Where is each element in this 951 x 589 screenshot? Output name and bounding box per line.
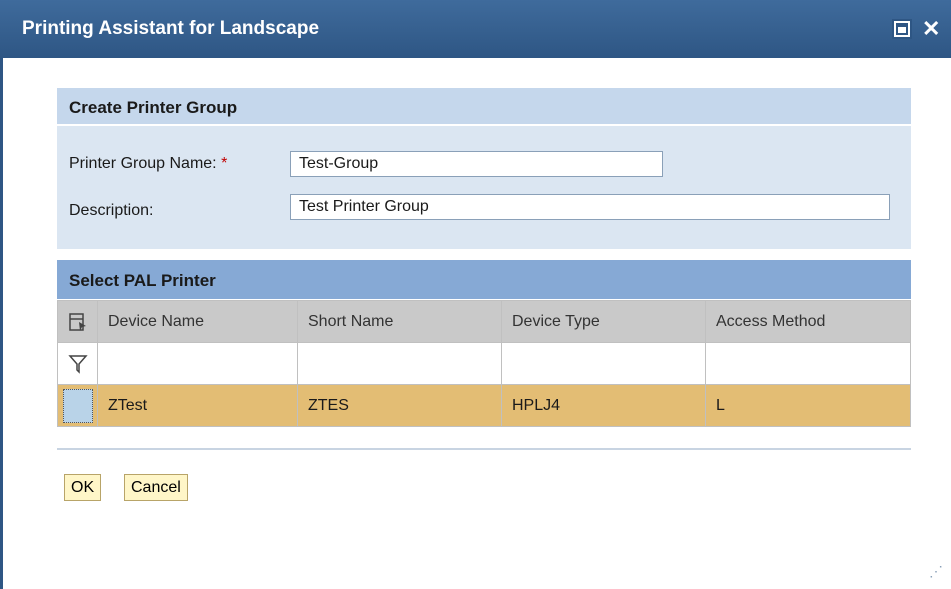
device-name-cell[interactable]: ZTest xyxy=(97,384,298,427)
table-section-header: Select PAL Printer xyxy=(57,260,911,300)
section-header: Create Printer Group xyxy=(57,88,911,126)
maximize-button[interactable] xyxy=(892,19,912,39)
divider xyxy=(57,448,911,450)
filter-input[interactable] xyxy=(501,342,706,385)
group-name-label: Printer Group Name: * xyxy=(69,155,228,172)
close-button[interactable]: ✕ xyxy=(922,18,951,40)
window-title: Printing Assistant for Landscape xyxy=(22,18,320,39)
table-section-title: Select PAL Printer xyxy=(69,271,216,290)
column-header[interactable]: Device Type xyxy=(501,300,706,343)
window-frame xyxy=(0,58,8,589)
filter-icon[interactable] xyxy=(67,353,88,375)
short-name-cell[interactable]: ZTES xyxy=(297,384,502,427)
create-printer-group-panel: Create Printer Group Printer Group Name:… xyxy=(57,88,911,249)
filter-input[interactable] xyxy=(97,342,298,385)
table-header-row: Device Name Short Name Device Type Acces… xyxy=(57,300,911,343)
column-header[interactable]: Access Method xyxy=(705,300,911,343)
row-select-box[interactable] xyxy=(62,388,93,423)
cancel-button[interactable]: Cancel xyxy=(124,474,188,501)
row-selector[interactable] xyxy=(57,384,98,427)
group-name-input[interactable]: Test-Group xyxy=(290,151,663,177)
description-label: Description: xyxy=(69,202,154,219)
required-marker: * xyxy=(221,155,228,172)
column-header[interactable]: Device Name xyxy=(97,300,298,343)
resize-grip-icon[interactable]: ⋰ xyxy=(929,563,944,580)
filter-cell[interactable] xyxy=(57,342,98,385)
section-title: Create Printer Group xyxy=(69,98,238,117)
device-type-cell[interactable]: HPLJ4 xyxy=(501,384,706,427)
select-printer-panel: Select PAL Printer Device Name Short Nam… xyxy=(57,260,911,427)
printer-table: Device Name Short Name Device Type Acces… xyxy=(57,300,911,427)
description-input[interactable]: Test Printer Group xyxy=(290,194,890,220)
column-settings-icon[interactable] xyxy=(68,312,88,332)
column-header[interactable]: Short Name xyxy=(297,300,502,343)
title-bar: Printing Assistant for Landscape ✕ xyxy=(0,0,951,58)
filter-input[interactable] xyxy=(297,342,502,385)
filter-row xyxy=(57,342,911,385)
access-method-cell[interactable]: L xyxy=(705,384,911,427)
table-row[interactable]: ZTest ZTES HPLJ4 L xyxy=(57,384,911,427)
column-settings-cell[interactable] xyxy=(57,300,98,343)
filter-input[interactable] xyxy=(705,342,911,385)
ok-button[interactable]: OK xyxy=(64,474,102,501)
